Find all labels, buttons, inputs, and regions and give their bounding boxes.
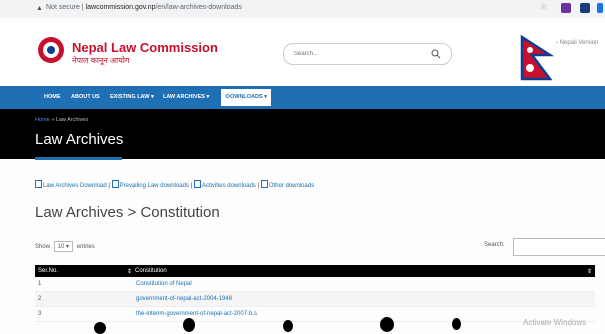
- download-links: Law Archives Download | Prevailing Law d…: [35, 180, 314, 189]
- url-path: /en/law-archives-downloads: [155, 4, 242, 11]
- header-constitution[interactable]: Constitution: [135, 268, 167, 274]
- row-link[interactable]: the-interim-government-of-nepal-act-2007…: [136, 311, 257, 317]
- table-search-label: Search:: [484, 242, 505, 248]
- occluding-mark: [283, 320, 293, 332]
- entries-label: entries: [76, 244, 95, 250]
- security-label: Not secure: [46, 4, 80, 11]
- link-prevailing-law[interactable]: Prevailing Law downloads: [120, 183, 189, 189]
- language-switch-label: Nepali Version: [559, 40, 599, 46]
- nav-about-us[interactable]: ABOUT US: [71, 94, 100, 100]
- row-number: 2: [38, 296, 42, 302]
- title-underline: [35, 157, 122, 160]
- document-icon: [260, 180, 268, 188]
- show-label: Show: [35, 244, 51, 250]
- page-banner: Home » Law Archives Law Archives: [0, 109, 605, 159]
- site-title[interactable]: Nepal Law Commission: [72, 40, 218, 55]
- link-law-archives-download[interactable]: Law Archives Download: [43, 183, 107, 189]
- document-icon: [193, 180, 201, 188]
- occluding-mark: [452, 318, 461, 330]
- url-host: lawcommission.gov.np: [85, 4, 156, 11]
- table-search-input[interactable]: [513, 238, 605, 256]
- warning-icon[interactable]: ▲: [36, 5, 43, 12]
- row-number: 3: [38, 311, 42, 317]
- search-icon[interactable]: [431, 49, 441, 59]
- site-search[interactable]: [283, 43, 452, 65]
- table-header: Ser.No. ⇕ Constitution ⇕: [35, 265, 595, 277]
- emblem-inner: [43, 42, 59, 58]
- occluding-mark: [380, 317, 394, 332]
- row-link[interactable]: government-of-nepal-act-2004-1948: [136, 296, 232, 302]
- breadcrumb-current: Law Archives: [55, 117, 89, 123]
- emblem-core: [47, 46, 55, 54]
- address-text[interactable]: Not secure | lawcommission.gov.np/en/law…: [46, 4, 242, 11]
- table-row: 1 Constitution of Nepal: [35, 277, 595, 292]
- sort-icon[interactable]: ⇕: [587, 268, 592, 275]
- site-subtitle: नेपाल कानून आयोग: [72, 56, 130, 65]
- nav-downloads-label: DOWNLOADS ▾: [226, 94, 267, 100]
- section-title: Law Archives > Constitution: [35, 204, 220, 221]
- breadcrumb-home[interactable]: Home: [35, 117, 50, 123]
- nepal-flag-icon: [520, 35, 554, 81]
- browser-address-bar[interactable]: ▲ Not secure | lawcommission.gov.np/en/l…: [0, 0, 605, 19]
- breadcrumb-separator: »: [51, 117, 55, 123]
- extension-icon[interactable]: [580, 3, 590, 13]
- star-icon[interactable]: ☆: [540, 2, 550, 12]
- breadcrumb: Home » Law Archives: [35, 117, 88, 123]
- link-activities[interactable]: Activities downloads: [202, 183, 256, 189]
- link-other-downloads[interactable]: Other downloads: [269, 183, 314, 189]
- extension-icon[interactable]: [597, 3, 603, 13]
- search-input[interactable]: [292, 50, 416, 58]
- occluding-mark: [183, 318, 195, 332]
- page-title: Law Archives: [35, 131, 124, 148]
- occluding-mark: [94, 322, 106, 334]
- constitution-table: Ser.No. ⇕ Constitution ⇕ 1 Constitution …: [35, 265, 595, 322]
- main-nav: HOME ABOUT US EXISTING LAW ▾ LAW ARCHIVE…: [0, 86, 605, 109]
- nav-existing-law[interactable]: EXISTING LAW ▾: [110, 94, 154, 100]
- emblem-logo[interactable]: [38, 37, 64, 63]
- nav-home[interactable]: HOME: [44, 94, 61, 100]
- language-switch[interactable]: › Nepali Version: [556, 40, 598, 46]
- entries-select[interactable]: 10 ▾: [53, 241, 74, 252]
- entries-value: 10: [57, 244, 65, 250]
- document-icon: [111, 180, 119, 188]
- table-row: 2 government-of-nepal-act-2004-1948: [35, 292, 595, 307]
- entries-control: Show 10 ▾ entries: [35, 241, 95, 252]
- sort-icon[interactable]: ⇕: [127, 268, 132, 275]
- nav-downloads[interactable]: DOWNLOADS ▾: [221, 89, 271, 106]
- nav-law-archives[interactable]: LAW ARCHIVES ▾: [163, 94, 209, 100]
- windows-watermark: Activate Windows: [523, 318, 587, 327]
- document-icon: [35, 180, 42, 188]
- row-number: 1: [38, 281, 42, 287]
- table-row: 3 the-interim-government-of-nepal-act-20…: [35, 307, 595, 322]
- extension-icon[interactable]: [561, 3, 571, 13]
- row-link[interactable]: Constitution of Nepal: [136, 281, 192, 287]
- header-serial-no[interactable]: Ser.No.: [38, 268, 58, 274]
